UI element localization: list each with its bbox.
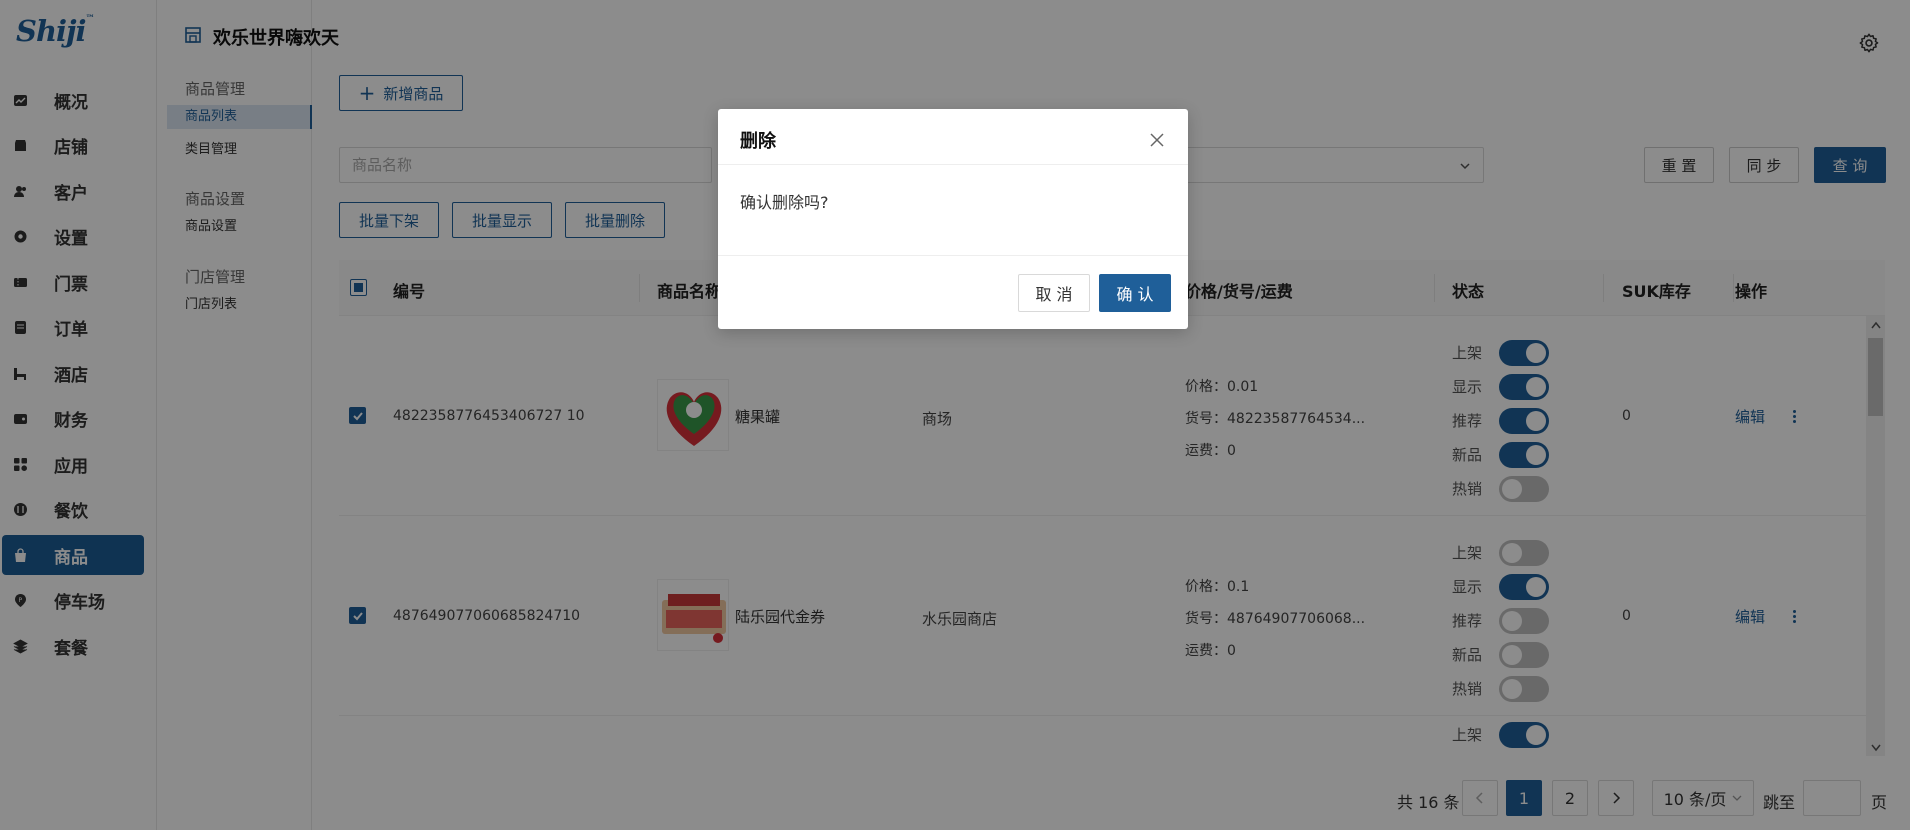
cancel-button[interactable]: 取 消 xyxy=(1018,274,1090,312)
delete-confirm-dialog: 删除 确认删除吗? 取 消 确 认 xyxy=(718,109,1188,329)
dialog-message: 确认删除吗? xyxy=(740,193,829,212)
dialog-title: 删除 xyxy=(740,131,776,152)
confirm-button[interactable]: 确 认 xyxy=(1099,274,1171,312)
close-icon[interactable] xyxy=(1148,131,1166,149)
